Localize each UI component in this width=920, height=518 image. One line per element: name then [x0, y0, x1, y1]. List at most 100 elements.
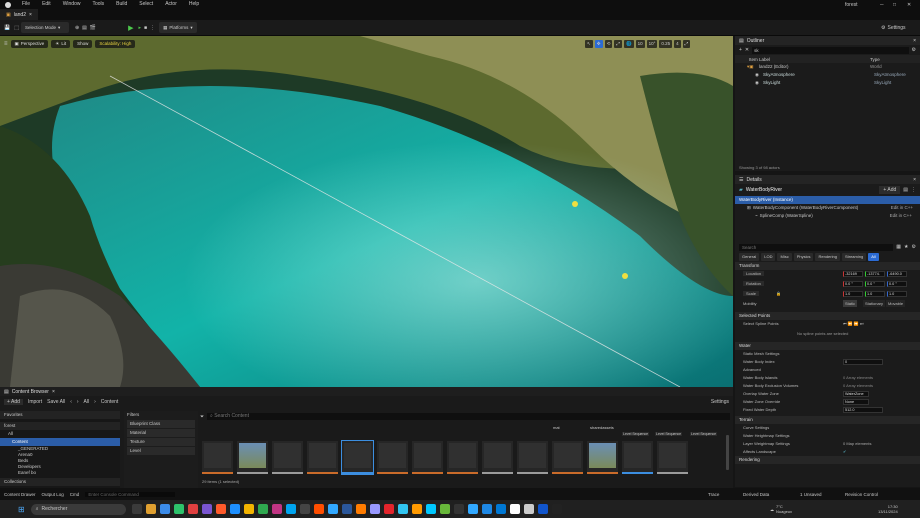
taskbar-app-icon[interactable]	[173, 504, 184, 514]
layer-weightmap-label[interactable]: Layer Weightmap Settings	[743, 441, 790, 446]
more-options-icon[interactable]: ⋮	[150, 25, 155, 31]
menu-file[interactable]: File	[16, 0, 36, 9]
close-icon[interactable]: ✕	[745, 47, 749, 53]
asset-tile[interactable]	[552, 441, 583, 474]
curve-settings-row[interactable]: Curve Settings	[735, 424, 920, 432]
tree-content[interactable]: Content	[0, 438, 120, 446]
asset-tile[interactable]	[202, 441, 233, 474]
lock-icon[interactable]: 🔒	[776, 290, 781, 298]
windows-start-icon[interactable]: ⊞	[18, 505, 25, 514]
taskbar-app-icon[interactable]	[369, 504, 380, 514]
category-rendering[interactable]: Rendering	[815, 253, 840, 261]
filter-blueprint[interactable]: Blueprint Class	[127, 420, 195, 428]
asset-label[interactable]: mat	[553, 425, 560, 430]
import-button[interactable]: Import	[28, 399, 42, 405]
mobility-movable[interactable]: Movable	[886, 300, 906, 307]
asset-label[interactable]: Level Sequence	[690, 432, 718, 436]
fixed-depth-value[interactable]: 512.0	[843, 407, 883, 413]
static-mesh-settings[interactable]: Static Mesh Settings	[735, 350, 920, 358]
taskbar-app-icon[interactable]	[131, 504, 142, 514]
asset-scrollbar[interactable]	[726, 435, 729, 470]
rotation-x[interactable]: 0.0 °	[843, 281, 863, 287]
taskbar-app-icon[interactable]	[453, 504, 464, 514]
favorites-row[interactable]: Favorites	[0, 411, 120, 419]
asset-tile[interactable]	[447, 441, 478, 474]
component-action[interactable]: Edit in C++	[891, 204, 913, 212]
col-type[interactable]: Type	[870, 57, 880, 62]
rotation-snap-value[interactable]: 10°	[646, 39, 658, 48]
star-icon[interactable]: ★	[904, 244, 908, 250]
filter-icon[interactable]: ⏷	[200, 414, 204, 420]
asset-label[interactable]: Level Sequence	[622, 432, 650, 436]
mobility-stationary[interactable]: Stationary	[863, 300, 886, 307]
revision-control-button[interactable]: Revision Control	[845, 492, 878, 497]
taskbar-app-icon[interactable]	[187, 504, 198, 514]
component-row[interactable]: ~ SplineComp (WaterSpline) Edit in C++	[735, 212, 920, 220]
grid-snap-value[interactable]: 10	[635, 39, 645, 48]
close-icon[interactable]: ×	[913, 177, 916, 183]
rotation-y[interactable]: 0.0 °	[865, 281, 885, 287]
move-icon[interactable]: ✥	[594, 39, 603, 48]
level-viewport[interactable]: ≡ ▣ Perspective ☀ Lit Show Scalability: …	[0, 36, 733, 387]
advanced-row[interactable]: Advanced	[735, 366, 920, 374]
gear-icon[interactable]: ⚙	[912, 47, 916, 53]
affects-landscape-checkbox[interactable]: ✔	[843, 448, 846, 456]
location-label[interactable]: Location	[743, 271, 765, 276]
taskbar-app-icon[interactable]	[243, 504, 254, 514]
category-misc[interactable]: Misc	[777, 253, 792, 261]
menu-build[interactable]: Build	[110, 0, 133, 9]
play-icon[interactable]: ▶	[128, 24, 133, 32]
close-icon[interactable]: ×	[913, 38, 916, 44]
tab-close-icon[interactable]: ×	[29, 12, 32, 18]
collections-row[interactable]: Collections	[0, 478, 120, 486]
taskbar-app-icon[interactable]	[397, 504, 408, 514]
menu-tools[interactable]: Tools	[86, 0, 110, 9]
step-icon[interactable]: ▸	[139, 25, 142, 31]
menu-select[interactable]: Select	[133, 0, 159, 9]
lit-button[interactable]: ☀ Lit	[51, 39, 71, 48]
taskbar-app-icon[interactable]	[355, 504, 366, 514]
camera-speed-value[interactable]: 4	[674, 39, 681, 48]
weather-widget[interactable]: ☁ 7°C Nuageux	[770, 504, 792, 514]
asset-tile[interactable]	[237, 441, 268, 474]
scale-icon[interactable]: ⤢	[614, 39, 622, 48]
asset-tile[interactable]	[412, 441, 443, 474]
back-icon[interactable]: ‹	[70, 399, 72, 405]
taskbar-app-icon[interactable]	[551, 504, 562, 514]
tree-all[interactable]: All	[0, 430, 120, 438]
asset-tile[interactable]	[482, 441, 513, 474]
rotate-icon[interactable]: ⟲	[604, 39, 613, 48]
show-button[interactable]: Show	[73, 39, 93, 48]
taskbar-app-icon[interactable]	[257, 504, 268, 514]
location-x[interactable]: -32169	[843, 271, 863, 277]
select-icon[interactable]: ↖	[585, 39, 593, 48]
unreal-logo-icon[interactable]	[5, 1, 11, 8]
tree-item[interactable]: Eanef bo	[0, 470, 120, 476]
taskbar-app-icon[interactable]	[411, 504, 422, 514]
more-icon[interactable]: ⋮	[911, 187, 916, 193]
stop-icon[interactable]: ■	[144, 25, 147, 31]
asset-tile[interactable]	[587, 441, 618, 474]
taskbar-app-icon[interactable]	[425, 504, 436, 514]
taskbar-app-icon[interactable]	[271, 504, 282, 514]
taskbar-app-icon[interactable]	[327, 504, 338, 514]
mode-dropdown[interactable]: Selection Mode ▾	[20, 22, 69, 33]
component-action[interactable]: Edit in C++	[890, 212, 912, 220]
add-icon[interactable]: +	[739, 47, 742, 53]
asset-label[interactable]: Level Sequence	[655, 432, 683, 436]
menu-help[interactable]: Help	[183, 0, 205, 9]
taskbar-app-icon[interactable]	[467, 504, 478, 514]
gear-icon[interactable]: ⚙	[912, 244, 916, 250]
category-streaming[interactable]: Streaming	[841, 253, 867, 261]
document-tab[interactable]: ▣ land2 ×	[0, 9, 38, 20]
menu-window[interactable]: Window	[57, 0, 87, 9]
settings-button[interactable]: ⚙ Settings	[881, 25, 906, 31]
outliner-row[interactable]: ▾▣ land22 (Editor) World	[735, 63, 920, 71]
scale-snap-value[interactable]: 0.25	[659, 39, 673, 48]
water-heightmap-settings-row[interactable]: Water Heightmap Settings	[735, 432, 920, 440]
selected-points-section[interactable]: Selected Points	[735, 312, 920, 320]
rendering-section[interactable]: Rendering	[735, 456, 920, 464]
trace-button[interactable]: Trace	[708, 492, 719, 497]
asset-tile[interactable]	[272, 441, 303, 474]
location-z[interactable]: -6490.0	[887, 271, 907, 277]
